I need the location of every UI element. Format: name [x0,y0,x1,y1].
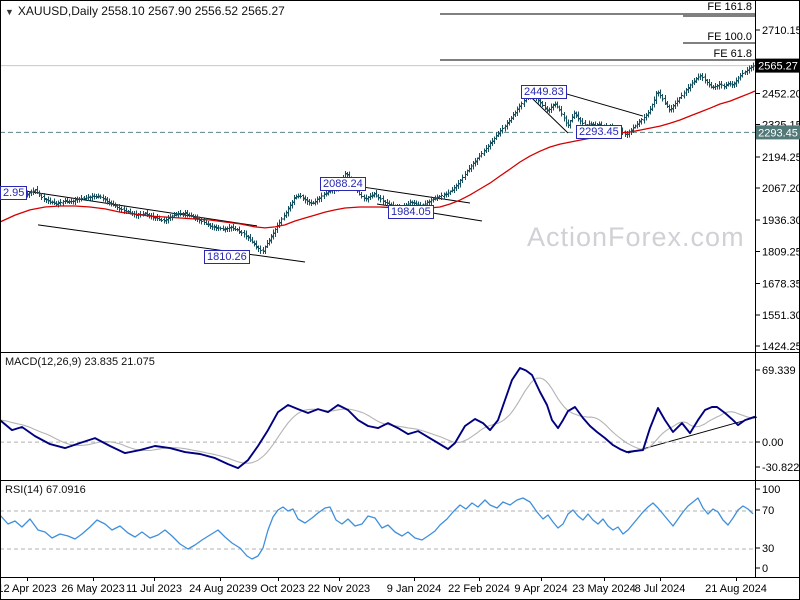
macd-axis-label: -30.822 [762,462,799,474]
date-axis-label: 9 Oct 2023 [251,583,305,595]
date-axis-label: 11 Jul 2023 [126,583,182,595]
macd-main-line [0,367,756,470]
trendline[interactable] [37,224,306,263]
date-axis-label: 24 Aug 2023 [189,583,251,595]
price-axis-label: 1936.30 [762,215,800,227]
price-label-2293.45[interactable]: 2293.45 [576,125,622,139]
price-axis-label: 1551.30 [762,310,800,322]
macd-indicator-label: MACD(12,26,9) 23.835 21.075 [5,356,155,368]
date-axis-label: 9 Jan 2024 [387,583,441,595]
price-label-2449.83[interactable]: 2449.83 [521,85,567,99]
date-axis-label: 23 May 2024 [572,583,636,595]
rsi-line [0,497,754,560]
price-label-1984.05[interactable]: 1984.05 [388,205,434,219]
rsi-axis-label: 100 [762,484,780,496]
date-axis-label: 26 May 2023 [61,583,125,595]
trendline[interactable] [531,97,569,134]
rsi-axis-label: 70 [762,505,774,517]
date-axis-label: 12 Apr 2023 [0,583,57,595]
rsi-indicator-label: RSI(14) 67.0916 [5,484,86,496]
fib-extension-label: FE 161.8 [707,1,752,13]
chart-title: ▼ XAUUSD,Daily 2558.10 2567.90 2556.52 25… [5,4,285,18]
candlestick-series [1,62,755,255]
price-label-2088.24[interactable]: 2088.24 [320,177,366,191]
price-axis-label: 2452.20 [762,88,800,100]
date-axis-label: 22 Feb 2024 [448,583,510,595]
current-price-box-label: 2565.27 [758,61,798,73]
price-label-1810.26[interactable]: 1810.26 [204,250,250,264]
macd-axis-label: 69.339 [762,365,796,377]
date-axis-label: 22 Nov 2023 [308,583,370,595]
price-axis-label: 1424.25 [762,341,800,353]
macd-axis-label: 0.00 [762,437,783,449]
price-label-2.95[interactable]: 2.95 [0,186,28,200]
date-axis-label: 8 Jul 2024 [635,583,686,595]
chart-canvas[interactable]: FE 161.8FE 100.0FE 61.82710.152578.25245… [0,0,800,600]
date-axis-label: 9 Apr 2024 [514,583,567,595]
price-axis-label: 2067.20 [762,183,800,195]
rsi-axis-label: 30 [762,543,774,555]
symbol-period-label: XAUUSD,Daily [17,4,98,18]
price-axis-label: 1678.35 [762,279,800,291]
fib-extension-label: FE 61.8 [713,48,752,60]
fib-extension-label: FE 100.0 [707,31,752,43]
moving-average-line[interactable] [0,90,756,229]
chart-border [0,0,800,600]
price-axis-label: 2194.25 [762,152,800,164]
date-axis-label: 21 Aug 2024 [705,583,767,595]
trendline[interactable] [11,188,258,227]
ohlc-values: 2558.10 2567.90 2556.52 2565.27 [101,4,285,18]
rsi-axis-label: 0 [762,563,768,575]
price-axis-label: 1809.25 [762,246,800,258]
support-level-box-label: 2293.45 [758,127,798,139]
price-axis-label: 2710.15 [762,25,800,37]
collapse-icon[interactable]: ▼ [5,7,14,17]
chart-window: ActionForex.com FE 161.8 FE 100.0 FE 61.8 2… [0,0,800,600]
